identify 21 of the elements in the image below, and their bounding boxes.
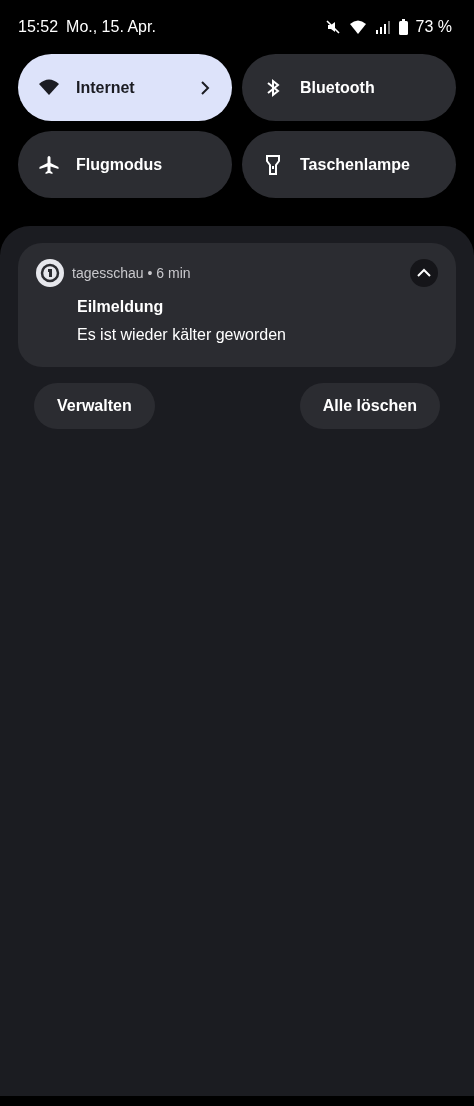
date-text: Mo., 15. Apr. — [66, 17, 156, 37]
battery-icon — [398, 19, 408, 35]
collapse-button[interactable] — [410, 259, 438, 287]
clock-time: 15:52 — [18, 17, 59, 37]
notification-title: Eilmeldung — [77, 297, 165, 317]
mute-icon — [324, 19, 341, 35]
quick-setting-tile[interactable]: Internet — [18, 54, 232, 121]
action-button[interactable]: Alle löschen — [299, 383, 440, 429]
app-icon — [36, 259, 64, 287]
battery-percentage: 73 % — [415, 17, 452, 37]
quick-setting-tile[interactable]: Taschenlampe — [242, 131, 456, 198]
action-button[interactable]: Verwalten — [34, 383, 155, 429]
notification-card[interactable]: tagesschau • 6 min Eilmeldung Es ist wieder kälter geworden — [18, 243, 456, 367]
signal-icon — [374, 20, 391, 34]
chevron-up-icon — [417, 268, 431, 278]
airplane-icon — [38, 153, 60, 176]
quick-setting-tile[interactable]: Flugmodus — [18, 131, 232, 198]
wifi-icon — [348, 20, 367, 34]
notification-text: Es ist wieder kälter geworden — [77, 325, 287, 345]
notification-meta: tagesschau • 6 min — [72, 263, 191, 283]
quick-setting-tile[interactable]: Bluetooth — [242, 54, 456, 121]
